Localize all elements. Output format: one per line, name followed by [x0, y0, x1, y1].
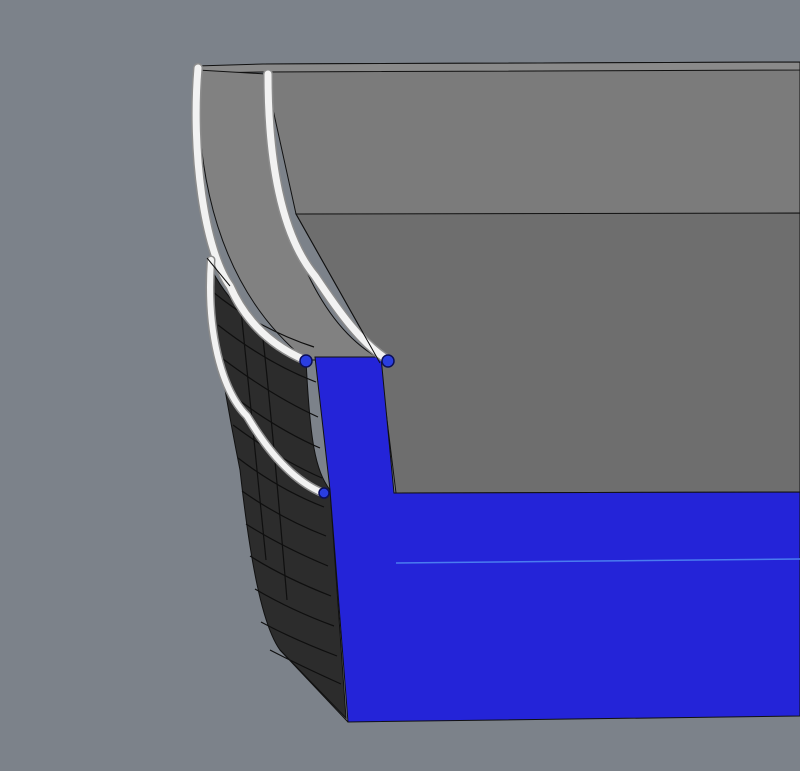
- cad-viewport[interactable]: [0, 0, 800, 771]
- selected-node-icon[interactable]: [381, 354, 395, 368]
- selected-node-icon[interactable]: [299, 354, 313, 368]
- inner-wall-top-surface[interactable]: [262, 61, 800, 216]
- hull-section-scene[interactable]: [0, 0, 800, 771]
- selected-node-icon[interactable]: [318, 487, 330, 499]
